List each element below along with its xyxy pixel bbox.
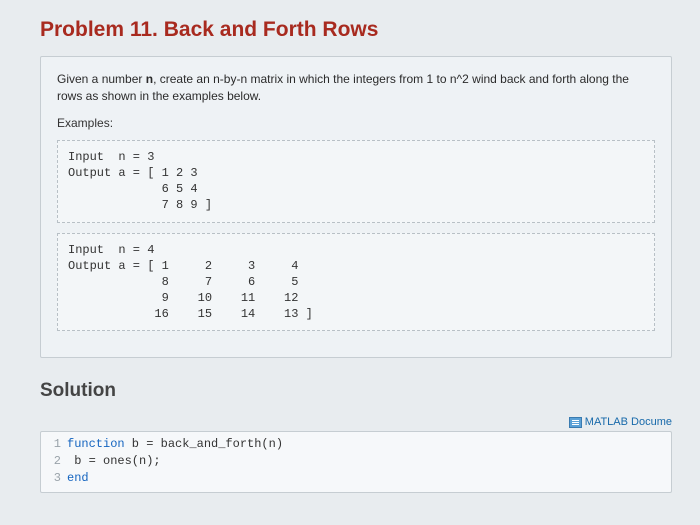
examples-label: Examples: [57,116,655,130]
code-line-1: 1 function b = back_and_forth(n) [47,436,665,453]
solution-header: Solution [40,380,672,402]
code-text: b = back_and_forth(n) [125,437,283,451]
example-block-2: Input n = 4 Output a = [ 1 2 3 4 8 7 6 5… [57,233,655,332]
problem-box: Given a number n, create an n-by-n matri… [40,56,672,358]
line-number: 1 [47,436,61,453]
code-text: b = ones(n); [67,454,161,468]
matlab-doc-link[interactable]: MATLAB Docume [585,417,672,429]
line-number: 3 [47,470,61,487]
problem-description: Given a number n, create an n-by-n matri… [57,71,655,106]
code-line-3: 3 end [47,470,665,487]
matlab-doc-icon [569,417,582,428]
desc-prefix: Given a number [57,72,146,86]
desc-bold-n: n [146,72,153,86]
line-number: 2 [47,453,61,470]
keyword-function: function [67,437,125,451]
problem-title: Problem 11. Back and Forth Rows [40,18,672,42]
doc-link-row: MATLAB Docume [40,416,672,428]
solution-code-box[interactable]: 1 function b = back_and_forth(n) 2 b = on… [40,431,672,493]
code-line-2: 2 b = ones(n); [47,453,665,470]
example-block-1: Input n = 3 Output a = [ 1 2 3 6 5 4 7 8… [57,140,655,223]
keyword-end: end [67,471,89,485]
